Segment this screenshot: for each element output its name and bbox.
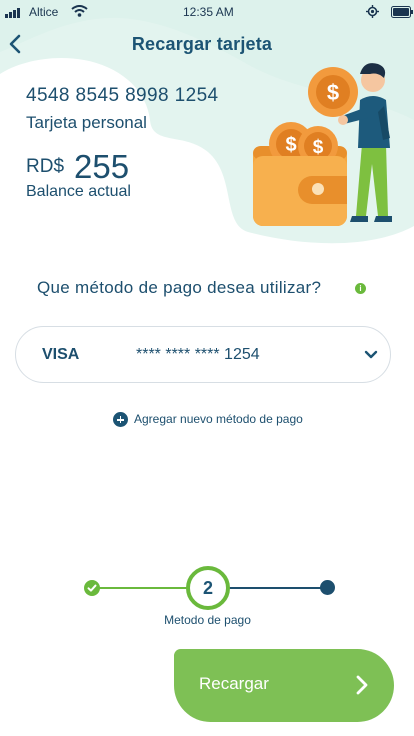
- card-brand: VISA: [42, 346, 80, 363]
- step-current-label: Metodo de pago: [164, 613, 251, 627]
- chevron-right-icon: [356, 675, 368, 695]
- battery-icon: [391, 6, 413, 18]
- stepper-line-completed: [98, 587, 190, 589]
- chevron-down-icon: [364, 350, 378, 359]
- page-title: Recargar tarjeta: [131, 34, 273, 54]
- payment-method-question: Que método de pago desea utilizar?: [37, 278, 322, 297]
- step-completed: [84, 580, 100, 596]
- card-type: Tarjeta personal: [26, 113, 147, 132]
- svg-text:$: $: [285, 134, 296, 156]
- info-icon[interactable]: i: [355, 283, 366, 294]
- stepper-line-pending: [226, 587, 322, 589]
- step-current: 2: [186, 566, 230, 610]
- card-number: 4548 8545 8998 1254: [26, 85, 219, 106]
- status-bar: Altice 12:35 AM: [0, 0, 414, 24]
- recargar-button-label: Recargar: [199, 674, 269, 693]
- status-time: 12:35 AM: [183, 5, 234, 19]
- wifi-icon: [71, 5, 88, 17]
- balance-currency: RD$: [26, 156, 65, 177]
- masked-card-number: **** **** **** 1254: [136, 346, 260, 363]
- svg-text:$: $: [327, 80, 339, 105]
- payment-method-select[interactable]: VISA **** **** **** 1254: [15, 326, 391, 383]
- svg-text:$: $: [313, 137, 324, 158]
- balance-amount: 255: [74, 148, 130, 185]
- progress-stepper: 2 Metodo de pago: [0, 560, 414, 630]
- wallet-person-illustration: $ $ $: [253, 63, 392, 226]
- step-next: [320, 580, 335, 595]
- check-icon: [87, 584, 97, 592]
- add-payment-method-label: Agregar nuevo método de pago: [134, 412, 303, 426]
- recargar-button[interactable]: Recargar: [174, 649, 394, 722]
- plus-circle-icon: [113, 412, 128, 427]
- location-icon: [366, 5, 379, 18]
- signal-icon: [5, 8, 20, 18]
- balance-label: Balance actual: [26, 183, 131, 200]
- carrier-name: Altice: [29, 5, 59, 19]
